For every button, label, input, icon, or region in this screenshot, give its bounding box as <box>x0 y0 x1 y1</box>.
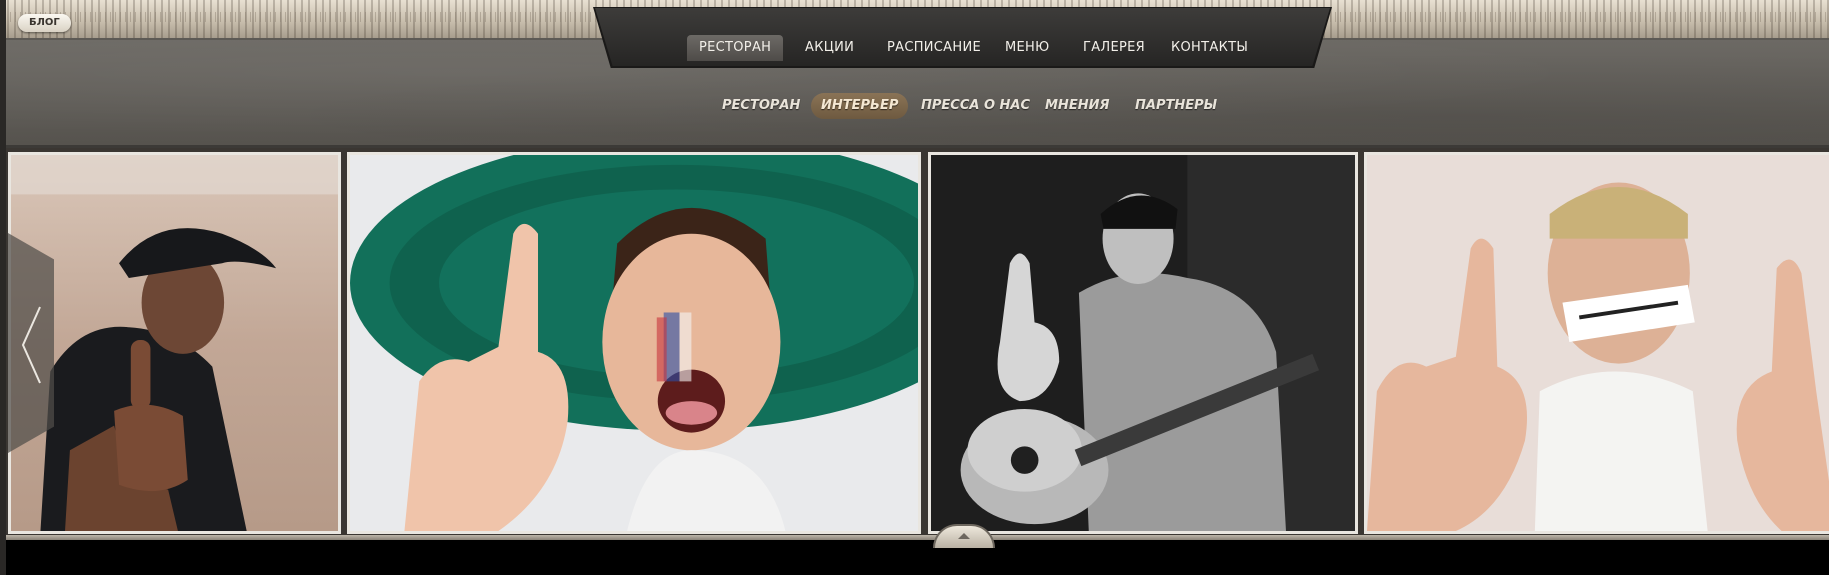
chevron-left-icon <box>21 306 41 384</box>
subnav-item-opinions[interactable]: МНЕНИЯ <box>1045 93 1109 119</box>
nav-item-contacts[interactable]: КОНТАКТЫ <box>1171 35 1248 61</box>
subnav-item-press[interactable]: ПРЕССА О НАС <box>921 93 1030 119</box>
nav-item-gallery[interactable]: ГАЛЕРЕЯ <box>1083 35 1145 61</box>
subnav-item-restaurant[interactable]: РЕСТОРАН <box>722 93 800 119</box>
photo-gallery <box>0 148 1829 540</box>
photo-man-guitar-bw-image <box>931 155 1355 531</box>
nav-item-schedule[interactable]: РАСПИСАНИЕ <box>887 35 981 61</box>
nav-item-restaurant[interactable]: РЕСТОРАН <box>687 35 784 61</box>
photo-man-black-cap-image <box>11 155 338 531</box>
photo-man-guitar-bw[interactable] <box>928 152 1358 534</box>
main-navigation: РЕСТОРАН АКЦИИ РАСПИСАНИЕ МЕНЮ ГАЛЕРЕЯ К… <box>595 8 1330 66</box>
footer-black-bar <box>0 540 1829 575</box>
photo-child-green-hat-image <box>350 155 918 531</box>
nav-item-promotions[interactable]: АКЦИИ <box>805 35 854 61</box>
chevron-up-icon <box>958 533 970 539</box>
page: БЛОГ РЕСТОРАН ИНТЕРЬЕР ПРЕССА О НАС МНЕН… <box>0 0 1829 575</box>
sub-navigation: РЕСТОРАН ИНТЕРЬЕР ПРЕССА О НАС МНЕНИЯ ПА… <box>0 93 1829 119</box>
photo-man-black-cap[interactable] <box>8 152 341 534</box>
left-edge <box>0 0 6 575</box>
photo-man-taped-mouth-image <box>1367 155 1829 531</box>
gallery-prev-button[interactable] <box>8 233 54 453</box>
subnav-item-partners[interactable]: ПАРТНЕРЫ <box>1135 93 1217 119</box>
photo-man-taped-mouth[interactable] <box>1364 152 1829 534</box>
nav-item-menu[interactable]: МЕНЮ <box>1005 35 1049 61</box>
blog-button[interactable]: БЛОГ <box>18 14 71 32</box>
photo-child-green-hat[interactable] <box>347 152 921 534</box>
subnav-item-interior[interactable]: ИНТЕРЬЕР <box>811 93 909 119</box>
